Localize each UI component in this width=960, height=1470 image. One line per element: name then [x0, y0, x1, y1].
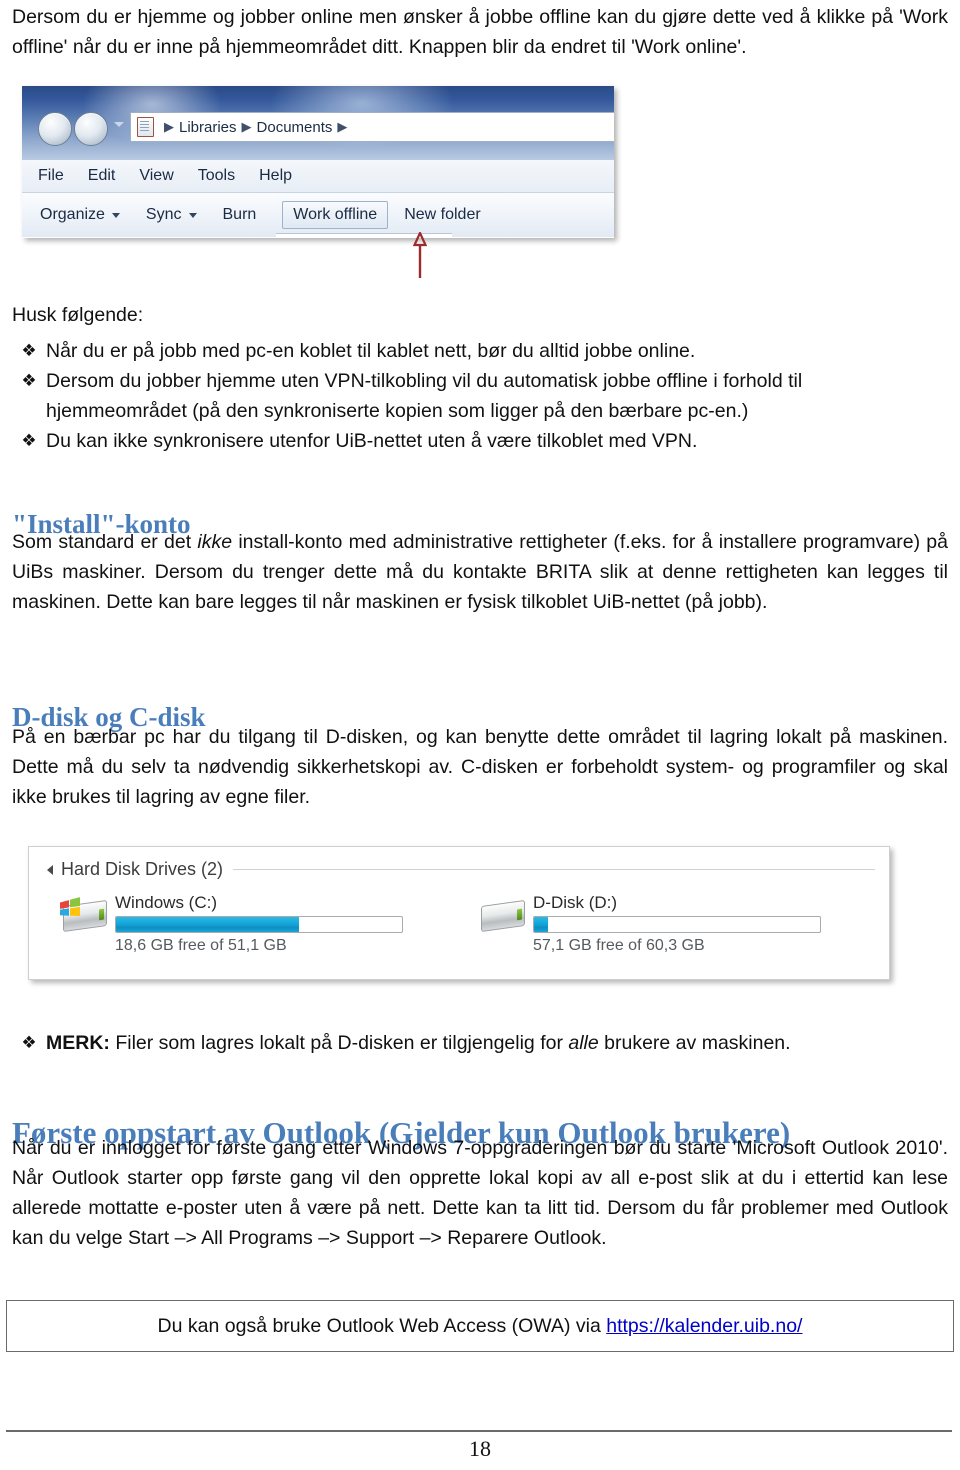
back-arrow-icon[interactable] — [38, 112, 72, 146]
remember-item-2: Dersom du jobber hjemme uten VPN-tilkobl… — [46, 370, 803, 422]
drive-free-space-d: 57,1 GB free of 60,3 GB — [533, 937, 705, 954]
install-text-part1: Som standard er det — [12, 531, 198, 553]
menu-item-view[interactable]: View — [139, 167, 173, 185]
breadcrumb-separator-icon: ▶ — [164, 119, 174, 134]
merk-text-part2: brukere av maskinen. — [598, 1032, 791, 1054]
explorer-titlebar: ▶ Libraries ▶ Documents ▶ — [22, 86, 614, 160]
merk-label: MERK: — [46, 1032, 110, 1054]
drives-group-header[interactable]: Hard Disk Drives (2) — [47, 859, 875, 880]
toolbar-work-offline-button[interactable]: Work offline — [282, 201, 389, 229]
ddisk-section-paragraph: På en bærbar pc har du tilgang til D-dis… — [12, 726, 948, 808]
footer-divider — [6, 1430, 952, 1432]
merk-text-part1: Filer som lagres lokalt på D-disken er t… — [109, 1032, 569, 1054]
toolbar-sync-button[interactable]: Sync — [146, 206, 197, 224]
group-divider — [233, 869, 875, 870]
drive-name-d: D-Disk (D:) — [533, 893, 618, 912]
caret-down-icon — [188, 212, 197, 218]
drive-info-d: D-Disk (D:) 57,1 GB free of 60,3 GB — [533, 893, 821, 955]
install-text-italic: ikke — [197, 531, 233, 553]
menu-item-edit[interactable]: Edit — [88, 167, 116, 185]
forward-arrow-icon[interactable] — [74, 112, 108, 146]
explorer-toolbar: Organize Sync Burn Work offline New fold… — [22, 193, 614, 237]
menu-item-file[interactable]: File — [38, 167, 64, 185]
owa-info-box: Du kan også bruke Outlook Web Access (OW… — [6, 1300, 954, 1352]
document-page: Dersom du er hjemme og jobber online men… — [0, 0, 960, 1470]
windows-logo-icon — [60, 897, 80, 916]
remember-item-1: Når du er på jobb med pc-en koblet til k… — [46, 340, 696, 362]
remember-bullet-list: ❖ Når du er på jobb med pc-en koblet til… — [12, 336, 948, 456]
capacity-bar-d — [533, 916, 821, 933]
install-section-paragraph: Som standard er det ikke install-konto m… — [12, 527, 948, 617]
capacity-bar-fill-c — [116, 917, 300, 932]
drive-led-shape — [517, 908, 522, 921]
drive-led-shape — [99, 908, 104, 921]
toolbar-sync-label: Sync — [145, 206, 182, 223]
diamond-bullet-icon: ❖ — [21, 431, 37, 451]
diamond-bullet-icon: ❖ — [21, 1033, 37, 1053]
toolbar-organize-button[interactable]: Organize — [40, 206, 120, 224]
owa-link[interactable]: https://kalender.uib.no/ — [606, 1315, 802, 1337]
diamond-bullet-icon: ❖ — [21, 371, 37, 391]
page-number: 18 — [469, 1436, 491, 1461]
remember-heading: Husk følgende: — [12, 304, 144, 326]
drive-name-c: Windows (C:) — [115, 893, 218, 912]
breadcrumb-documents[interactable]: Documents — [257, 119, 333, 136]
breadcrumb-libraries[interactable]: Libraries — [179, 119, 237, 136]
red-up-arrow-icon — [413, 232, 427, 278]
chevron-down-icon[interactable] — [114, 122, 124, 127]
drives-group-label: Hard Disk Drives (2) — [61, 859, 224, 879]
document-icon — [137, 117, 154, 137]
address-bar[interactable]: ▶ Libraries ▶ Documents ▶ — [130, 112, 614, 142]
breadcrumb-separator-icon: ▶ — [337, 119, 348, 134]
toolbar-organize-label: Organize — [40, 206, 105, 223]
drive-item-c[interactable]: Windows (C:) 18,6 GB free of 51,1 GB — [59, 893, 403, 955]
menu-item-help[interactable]: Help — [259, 167, 292, 185]
list-item: ❖ Dersom du jobber hjemme uten VPN-tilko… — [12, 366, 948, 426]
toolbar-burn-button[interactable]: Burn — [223, 206, 257, 224]
triangle-collapse-icon[interactable] — [47, 864, 53, 875]
breadcrumb-separator-icon: ▶ — [241, 119, 252, 134]
toolbar-new-folder-button[interactable]: New folder — [404, 206, 480, 224]
merk-text-italic: alle — [568, 1032, 599, 1054]
list-item: ❖ Du kan ikke synkronisere utenfor UiB-n… — [12, 426, 948, 456]
list-item: ❖ Når du er på jobb med pc-en koblet til… — [12, 336, 948, 366]
intro-paragraph: Dersom du er hjemme og jobber online men… — [12, 6, 948, 58]
menu-item-tools[interactable]: Tools — [198, 167, 235, 185]
list-item: ❖ MERK: Filer som lagres lokalt på D-dis… — [12, 1028, 948, 1058]
merk-note: ❖ MERK: Filer som lagres lokalt på D-dis… — [12, 1028, 948, 1058]
explorer-menubar: File Edit View Tools Help — [22, 160, 614, 193]
hard-drive-icon — [477, 893, 525, 933]
capacity-bar-c — [115, 916, 403, 933]
merk-note-text: MERK: Filer som lagres lokalt på D-diske… — [46, 1028, 948, 1058]
owa-text: Du kan også bruke Outlook Web Access (OW… — [158, 1315, 803, 1338]
caret-down-icon — [111, 212, 120, 218]
drives-screenshot: Hard Disk Drives (2) Windows (C:) 18,6 G… — [28, 846, 890, 980]
drive-item-d[interactable]: D-Disk (D:) 57,1 GB free of 60,3 GB — [477, 893, 821, 955]
diamond-bullet-icon: ❖ — [21, 341, 37, 361]
remember-item-3: Du kan ikke synkronisere utenfor UiB-net… — [46, 430, 698, 452]
capacity-bar-fill-d — [534, 917, 549, 932]
owa-text-before: Du kan også bruke Outlook Web Access (OW… — [157, 1314, 607, 1337]
outlook-section-paragraph: Når du er innlogget for første gang ette… — [12, 1137, 948, 1249]
drive-info-c: Windows (C:) 18,6 GB free of 51,1 GB — [115, 893, 403, 955]
hard-drive-windows-icon — [59, 893, 107, 933]
explorer-screenshot: ▶ Libraries ▶ Documents ▶ File Edit View… — [22, 86, 614, 238]
drive-free-space-c: 18,6 GB free of 51,1 GB — [115, 937, 287, 954]
